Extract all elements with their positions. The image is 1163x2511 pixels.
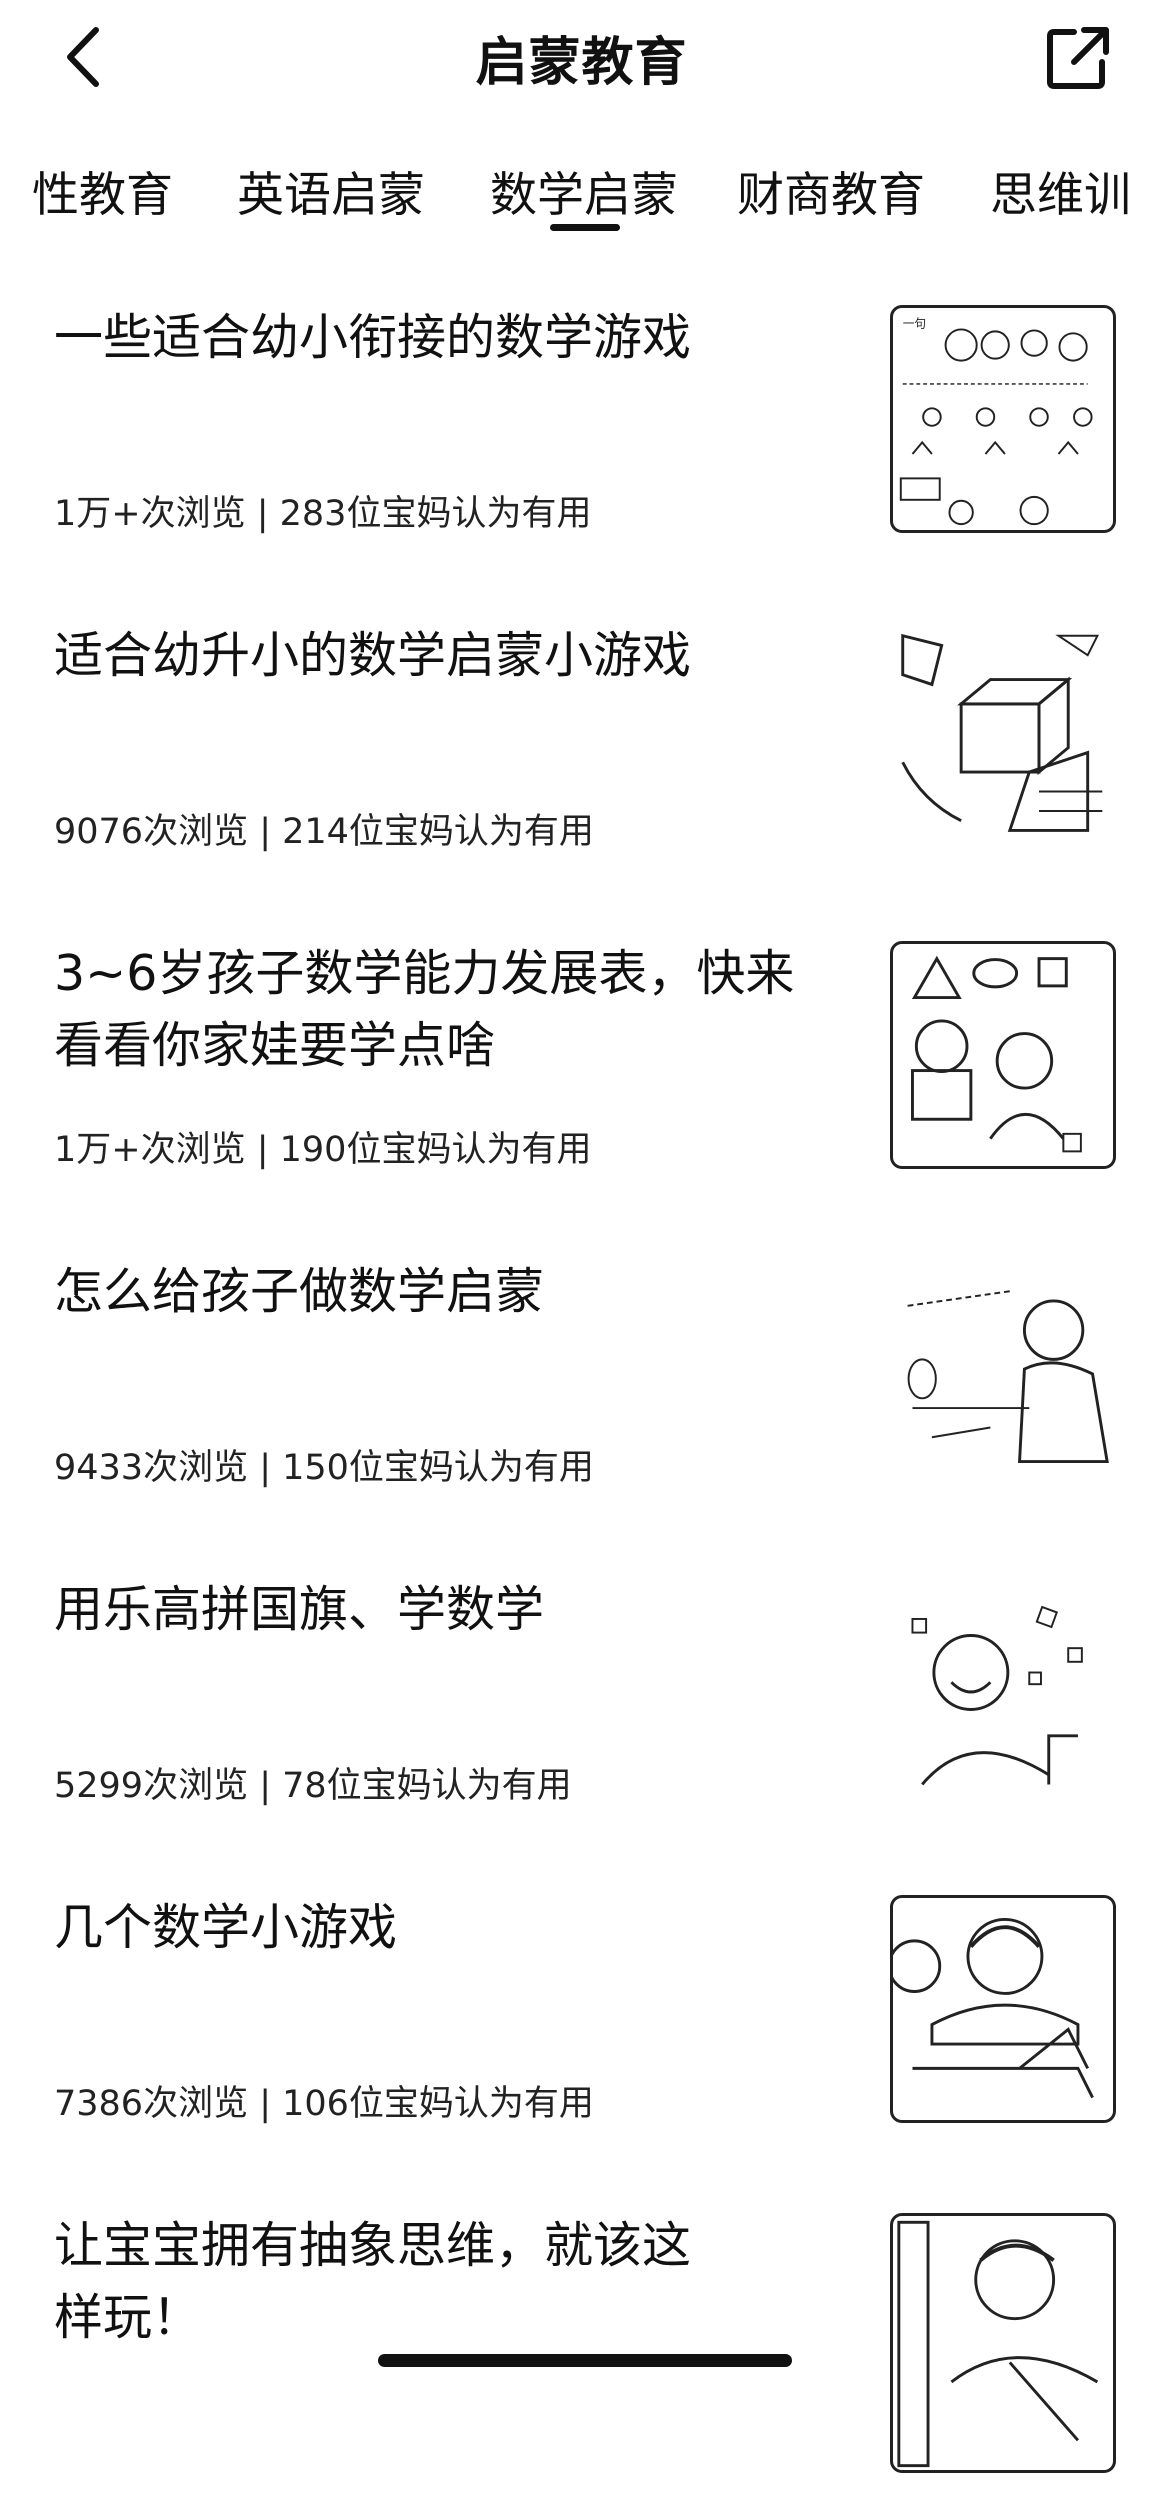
tab-english[interactable]: 英语启蒙 bbox=[237, 156, 425, 225]
article-title: 让宝宝拥有抽象思维，就该这样玩！ bbox=[54, 2217, 692, 2346]
svg-text:一句: 一句 bbox=[903, 316, 926, 330]
article-meta: 7386次浏览 | 106位宝妈认为有用 bbox=[54, 2084, 594, 2124]
list-item[interactable]: 怎么给孩子做数学启蒙 9433次浏览 | 150位宝妈认为有用 bbox=[0, 1239, 1163, 1557]
page-title: 启蒙教育 bbox=[475, 33, 688, 93]
article-meta: 5299次浏览 | 78位宝妈认为有用 bbox=[54, 1766, 572, 1806]
list-item[interactable]: 让宝宝拥有抽象思维，就该这样玩！ bbox=[0, 2193, 1163, 2511]
article-thumbnail bbox=[890, 1577, 1116, 1805]
tab-math[interactable]: 数学启蒙 bbox=[490, 156, 678, 225]
list-item[interactable]: 适合幼升小的数学启蒙小游戏 9076次浏览 | 214位宝妈认为有用 bbox=[0, 603, 1163, 921]
article-meta: 9076次浏览 | 214位宝妈认为有用 bbox=[54, 812, 594, 852]
article-meta: 9433次浏览 | 150位宝妈认为有用 bbox=[54, 1448, 594, 1488]
article-title: 一些适合幼小衔接的数学游戏 bbox=[54, 309, 692, 366]
article-thumbnail bbox=[890, 623, 1116, 851]
article-title: 3~6岁孩子数学能力发展表，快来看看你家娃要学点啥 bbox=[54, 945, 795, 1074]
article-meta: 1万+次浏览 | 190位宝妈认为有用 bbox=[54, 1130, 592, 1170]
article-title: 怎么给孩子做数学启蒙 bbox=[54, 1263, 545, 1320]
list-item[interactable]: 3~6岁孩子数学能力发展表，快来看看你家娃要学点啥 1万+次浏览 | 190位宝… bbox=[0, 921, 1163, 1239]
tab-finance[interactable]: 财商教育 bbox=[737, 156, 925, 225]
top-bar: 启蒙教育 bbox=[0, 0, 1163, 115]
article-title: 适合幼升小的数学启蒙小游戏 bbox=[54, 627, 692, 684]
article-meta: 1万+次浏览 | 283位宝妈认为有用 bbox=[54, 494, 592, 534]
home-indicator bbox=[378, 2354, 792, 2367]
list-item[interactable]: 一些适合幼小衔接的数学游戏 1万+次浏览 | 283位宝妈认为有用 一句 bbox=[0, 285, 1163, 603]
list-item[interactable]: 几个数学小游戏 7386次浏览 | 106位宝妈认为有用 bbox=[0, 1875, 1163, 2193]
share-icon bbox=[1047, 27, 1109, 89]
share-button[interactable] bbox=[1040, 20, 1116, 96]
article-thumbnail: 一句 bbox=[890, 305, 1116, 533]
article-title: 几个数学小游戏 bbox=[54, 1899, 398, 1956]
article-thumbnail bbox=[890, 1259, 1116, 1487]
tab-thinking[interactable]: 思维训 bbox=[990, 156, 1131, 225]
article-title: 用乐高拼国旗、学数学 bbox=[54, 1581, 545, 1638]
list-item[interactable]: 用乐高拼国旗、学数学 5299次浏览 | 78位宝妈认为有用 bbox=[0, 1557, 1163, 1875]
article-thumbnail bbox=[890, 941, 1116, 1169]
article-thumbnail bbox=[890, 2213, 1116, 2473]
article-thumbnail bbox=[890, 1895, 1116, 2123]
tab-sex-education[interactable]: 性教育 bbox=[32, 156, 173, 225]
active-tab-indicator bbox=[550, 224, 620, 231]
